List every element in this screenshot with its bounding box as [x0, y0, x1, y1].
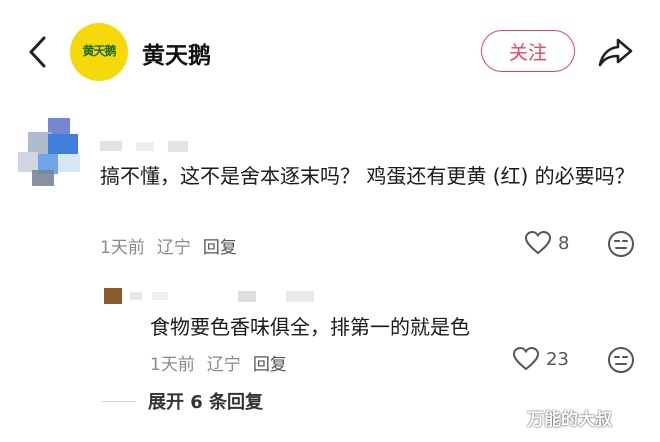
- heart-icon: [524, 230, 552, 255]
- blurred-username: [100, 138, 192, 152]
- watermark-text: 万能的大叔: [527, 410, 612, 430]
- heart-icon: [512, 346, 540, 371]
- reply-to-reply-button[interactable]: 回复: [253, 355, 287, 375]
- reply-time: 1天前: [150, 355, 195, 375]
- comment-location: 辽宁: [156, 238, 191, 258]
- share-icon: [598, 38, 633, 67]
- reply-location: 辽宁: [206, 355, 241, 375]
- like-count: 23: [546, 348, 569, 370]
- like-count: 8: [558, 232, 570, 254]
- emoji-react-button[interactable]: [607, 230, 635, 258]
- divider: [102, 401, 136, 402]
- reply-avatar[interactable]: [104, 286, 148, 306]
- blurred-username: [152, 288, 322, 302]
- reply-text: 食物要色香味俱全，排第一的就是色: [150, 315, 470, 339]
- like-button[interactable]: 8: [524, 230, 569, 256]
- reply-button[interactable]: 回复: [203, 238, 237, 258]
- like-button[interactable]: 23: [512, 346, 569, 372]
- emoji-react-button[interactable]: [607, 346, 635, 374]
- logo-text: 黄天鹅: [82, 44, 116, 58]
- blurred-avatar-image: [18, 118, 80, 186]
- comment-meta: 1天前 辽宁 回复: [100, 233, 249, 258]
- share-button[interactable]: [597, 34, 635, 70]
- account-name[interactable]: 黄天鹅: [142, 36, 211, 70]
- comment-text: 搞不懂，这不是舍本逐末吗？ 鸡蛋还有更黄 (红) 的必要吗？: [100, 164, 635, 188]
- account-avatar[interactable]: 黄天鹅: [70, 23, 128, 81]
- reply-meta: 1天前 辽宁 回复: [150, 350, 299, 375]
- comment-time: 1天前: [100, 238, 145, 258]
- emoji-icon: [608, 347, 634, 373]
- back-button[interactable]: [22, 34, 56, 70]
- expand-replies-button[interactable]: 展开 6 条回复: [148, 388, 263, 414]
- back-icon: [29, 36, 46, 68]
- commenter-avatar[interactable]: [18, 118, 82, 186]
- emoji-icon: [608, 231, 634, 257]
- blurred-avatar-image: [104, 288, 142, 304]
- follow-button[interactable]: 关注: [481, 30, 575, 72]
